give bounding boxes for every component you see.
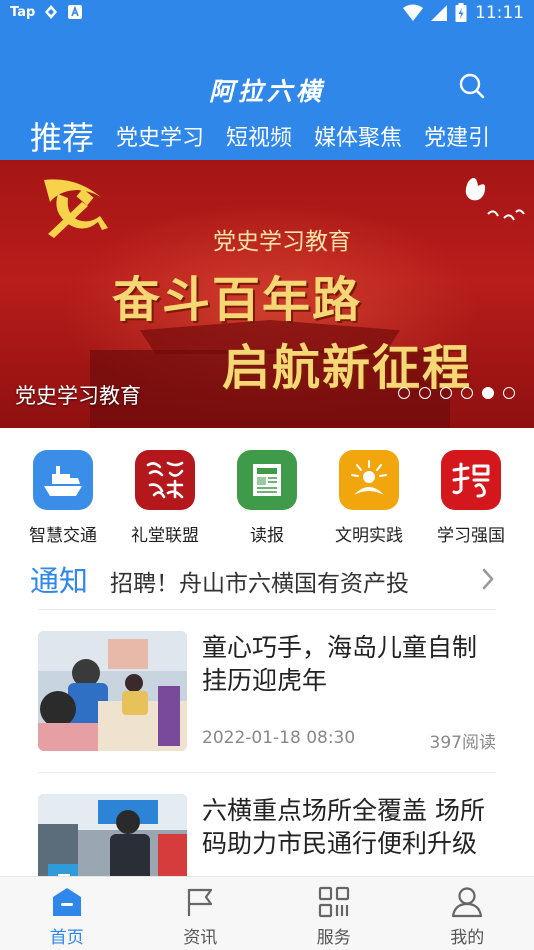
carousel-dot[interactable] (461, 387, 473, 399)
banner-subtitle: 党史学习教育 (213, 229, 351, 255)
culture-hall-icon (135, 450, 195, 510)
banner-headline-1: 奋斗百年路 (112, 272, 363, 328)
grid-icon (318, 886, 349, 918)
tab-party-history[interactable]: 党史学习 (116, 120, 204, 152)
notification-a-icon (68, 5, 83, 19)
flag-icon (188, 888, 213, 916)
status-bar: Tap 11:11 (0, 0, 534, 28)
tab-party-building[interactable]: 党建引 (424, 120, 490, 152)
tab-short-video[interactable]: 短视频 (226, 120, 292, 152)
shortcut-hall-alliance[interactable]: 礼堂联盟 (118, 428, 212, 550)
shortcut-label: 读报 (250, 526, 284, 546)
carousel-dot[interactable] (440, 387, 452, 399)
home-icon (52, 888, 81, 916)
shortcut-grid: 智慧交通 礼堂联盟 读报 文明实践 学习强国 (0, 428, 534, 550)
carousel-dot[interactable] (503, 387, 515, 399)
divider (38, 609, 496, 610)
news-thumbnail (38, 631, 187, 751)
signal-icon (431, 5, 447, 21)
notice-bar[interactable]: 通知 招聘！舟山市六横国有资产投 (30, 556, 504, 604)
nav-label: 我的 (450, 928, 485, 948)
clock: 11:11 (475, 3, 524, 23)
search-icon[interactable] (458, 72, 486, 100)
app-title: 阿拉六横 (208, 77, 325, 106)
shortcut-read-newspaper[interactable]: 读报 (220, 428, 314, 550)
chevron-right-icon[interactable] (480, 568, 496, 590)
carousel-dot[interactable] (398, 387, 410, 399)
news-read-count: 397阅读 (429, 733, 496, 753)
tab-recommend[interactable]: 推荐 (30, 114, 94, 158)
news-item[interactable]: 童心巧手，海岛儿童自制挂历迎虎年 2022-01-18 08:30 397阅读 (38, 631, 496, 753)
battery-icon (455, 3, 467, 22)
notice-tag: 通知 (30, 564, 89, 598)
app-header: Tap 11:11 阿拉六横 推荐 党史学习 短视频 媒体聚焦 党建引 (0, 0, 534, 160)
shortcut-label: 学习强国 (437, 526, 505, 546)
newspaper-icon (237, 450, 297, 510)
news-date: 2022-01-18 08:30 (202, 728, 356, 748)
banner-carousel[interactable]: 党史学习教育 奋斗百年路 启航新征程 党史学习教育 (0, 160, 534, 428)
wifi-icon (403, 4, 423, 21)
bottom-nav: 首页 资讯 服务 我的 (0, 876, 534, 950)
shortcut-smart-traffic[interactable]: 智慧交通 (16, 428, 110, 550)
tab-media-focus[interactable]: 媒体聚焦 (314, 120, 402, 152)
xuexi-icon (441, 450, 501, 510)
shortcut-label: 文明实践 (335, 526, 403, 546)
notice-text[interactable]: 招聘！舟山市六横国有资产投 (110, 564, 472, 598)
civilization-practice-icon (339, 450, 399, 510)
news-title[interactable]: 六横重点场所全覆盖 场所码助力市民通行便利升级 (202, 794, 498, 860)
carousel-dot[interactable] (482, 387, 494, 399)
shortcut-label: 礼堂联盟 (131, 526, 199, 546)
banner-caption: 党史学习教育 (15, 384, 141, 408)
ship-icon (33, 450, 93, 510)
divider (38, 772, 496, 773)
carousel-dot[interactable] (419, 387, 431, 399)
nav-label: 资讯 (183, 928, 218, 948)
shortcut-label: 智慧交通 (29, 526, 97, 546)
news-title[interactable]: 童心巧手，海岛儿童自制挂历迎虎年 (202, 631, 498, 697)
nav-profile[interactable]: 我的 (401, 877, 534, 950)
carousel-indicator (398, 387, 515, 399)
shortcut-civilization-practice[interactable]: 文明实践 (322, 428, 416, 550)
user-icon (452, 887, 483, 918)
nav-home[interactable]: 首页 (0, 877, 134, 950)
shortcut-xuexi-qiangguo[interactable]: 学习强国 (424, 428, 518, 550)
sync-icon (45, 5, 58, 19)
nav-label: 服务 (316, 928, 351, 948)
tap-label: Tap (10, 4, 36, 20)
nav-services[interactable]: 服务 (267, 877, 401, 950)
nav-label: 首页 (49, 928, 84, 948)
nav-news[interactable]: 资讯 (134, 877, 268, 950)
channel-tabs: 推荐 党史学习 短视频 媒体聚焦 党建引 (0, 114, 534, 158)
